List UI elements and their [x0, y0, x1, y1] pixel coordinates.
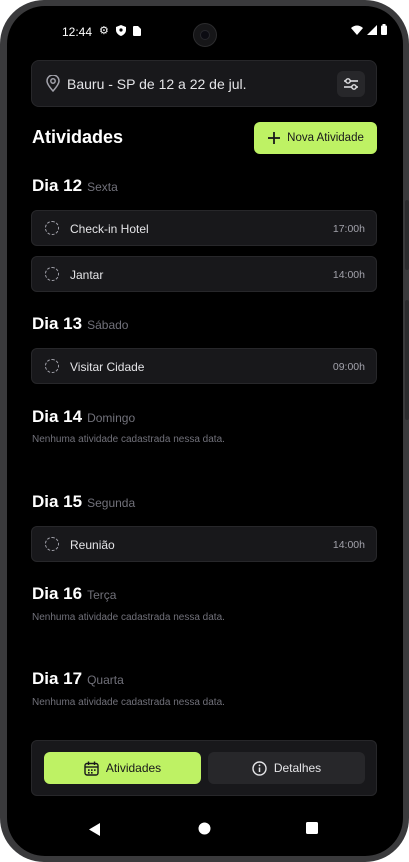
empty-day-message: Nenhuma atividade cadastrada nessa data. — [32, 612, 225, 623]
activity-title: Jantar — [70, 268, 104, 282]
activity-time: 14:00h — [332, 269, 365, 281]
activity-title: Reunião — [70, 538, 115, 552]
activity-item[interactable]: Jantar 14:00h — [31, 256, 377, 292]
location-text: Bauru - SP de 12 a 22 de jul. — [67, 76, 247, 92]
settings-sliders-icon — [344, 78, 358, 90]
bottom-tab-bar: Atividades Detalhes — [31, 740, 377, 796]
day-header: Dia 16 Terça — [32, 584, 116, 604]
day-weekday: Sexta — [87, 180, 118, 194]
recents-nav-icon[interactable] — [306, 822, 318, 834]
day-header: Dia 17 Quarta — [32, 669, 124, 689]
settings-button[interactable] — [337, 71, 365, 97]
day-weekday: Quarta — [87, 673, 124, 687]
activity-time: 09:00h — [332, 361, 365, 373]
pending-circle-icon — [45, 537, 59, 551]
status-icons-right — [351, 24, 387, 35]
activity-item[interactable]: Visitar Cidade 09:00h — [31, 348, 377, 384]
battery-icon — [381, 24, 387, 35]
empty-day-message: Nenhuma atividade cadastrada nessa data. — [32, 434, 225, 445]
day-title: Dia 14 — [32, 407, 83, 426]
empty-day-message: Nenhuma atividade cadastrada nessa data. — [32, 697, 225, 708]
screen: 12:44 ⚙ Bauru - SP de 12 a 22 de jul. At… — [7, 6, 403, 856]
day-header: Dia 13 Sábado — [32, 314, 128, 334]
sim-card-icon — [132, 25, 141, 36]
new-activity-button[interactable]: Nova Atividade — [254, 122, 377, 154]
day-header: Dia 12 Sexta — [32, 176, 118, 196]
calendar-icon — [84, 761, 99, 776]
front-camera — [193, 23, 217, 47]
status-time: 12:44 — [62, 25, 93, 39]
day-title: Dia 15 — [32, 492, 83, 511]
tab-detalhes[interactable]: Detalhes — [208, 752, 365, 784]
day-title: Dia 13 — [32, 314, 83, 333]
day-header: Dia 15 Segunda — [32, 492, 135, 512]
day-weekday: Segunda — [87, 496, 136, 510]
wifi-icon — [351, 25, 363, 35]
phone-frame: 12:44 ⚙ Bauru - SP de 12 a 22 de jul. At… — [0, 0, 409, 862]
day-weekday: Terça — [87, 588, 117, 602]
day-title: Dia 17 — [32, 669, 83, 688]
back-nav-icon[interactable] — [89, 823, 101, 836]
activity-time: 17:00h — [332, 223, 365, 235]
volume-button — [405, 300, 409, 420]
home-nav-icon[interactable] — [198, 822, 211, 835]
map-pin-icon — [46, 75, 60, 92]
new-activity-label: Nova Atividade — [287, 132, 364, 144]
day-title: Dia 12 — [32, 176, 83, 195]
signal-icon — [367, 24, 377, 35]
activity-item[interactable]: Check-in Hotel 17:00h — [31, 210, 377, 246]
plus-icon — [268, 132, 281, 144]
tab-atividades[interactable]: Atividades — [44, 752, 201, 784]
status-icons-left: ⚙ — [99, 24, 141, 37]
day-weekday: Sábado — [87, 318, 129, 332]
day-header: Dia 14 Domingo — [32, 407, 135, 427]
gear-icon: ⚙ — [99, 25, 109, 37]
activity-item[interactable]: Reunião 14:00h — [31, 526, 377, 562]
pending-circle-icon — [45, 267, 59, 281]
activity-title: Check-in Hotel — [70, 222, 149, 236]
tab-label: Detalhes — [273, 761, 322, 775]
pending-circle-icon — [45, 221, 59, 235]
day-title: Dia 16 — [32, 584, 83, 603]
pending-circle-icon — [45, 359, 59, 373]
shield-icon — [115, 25, 126, 36]
activity-title: Visitar Cidade — [70, 360, 145, 374]
page-title: Atividades — [32, 127, 124, 147]
location-bar[interactable]: Bauru - SP de 12 a 22 de jul. — [31, 60, 377, 107]
tab-label: Atividades — [105, 761, 162, 775]
power-button — [405, 200, 409, 270]
activity-time: 14:00h — [332, 539, 365, 551]
day-weekday: Domingo — [87, 411, 136, 425]
info-icon — [252, 760, 267, 776]
